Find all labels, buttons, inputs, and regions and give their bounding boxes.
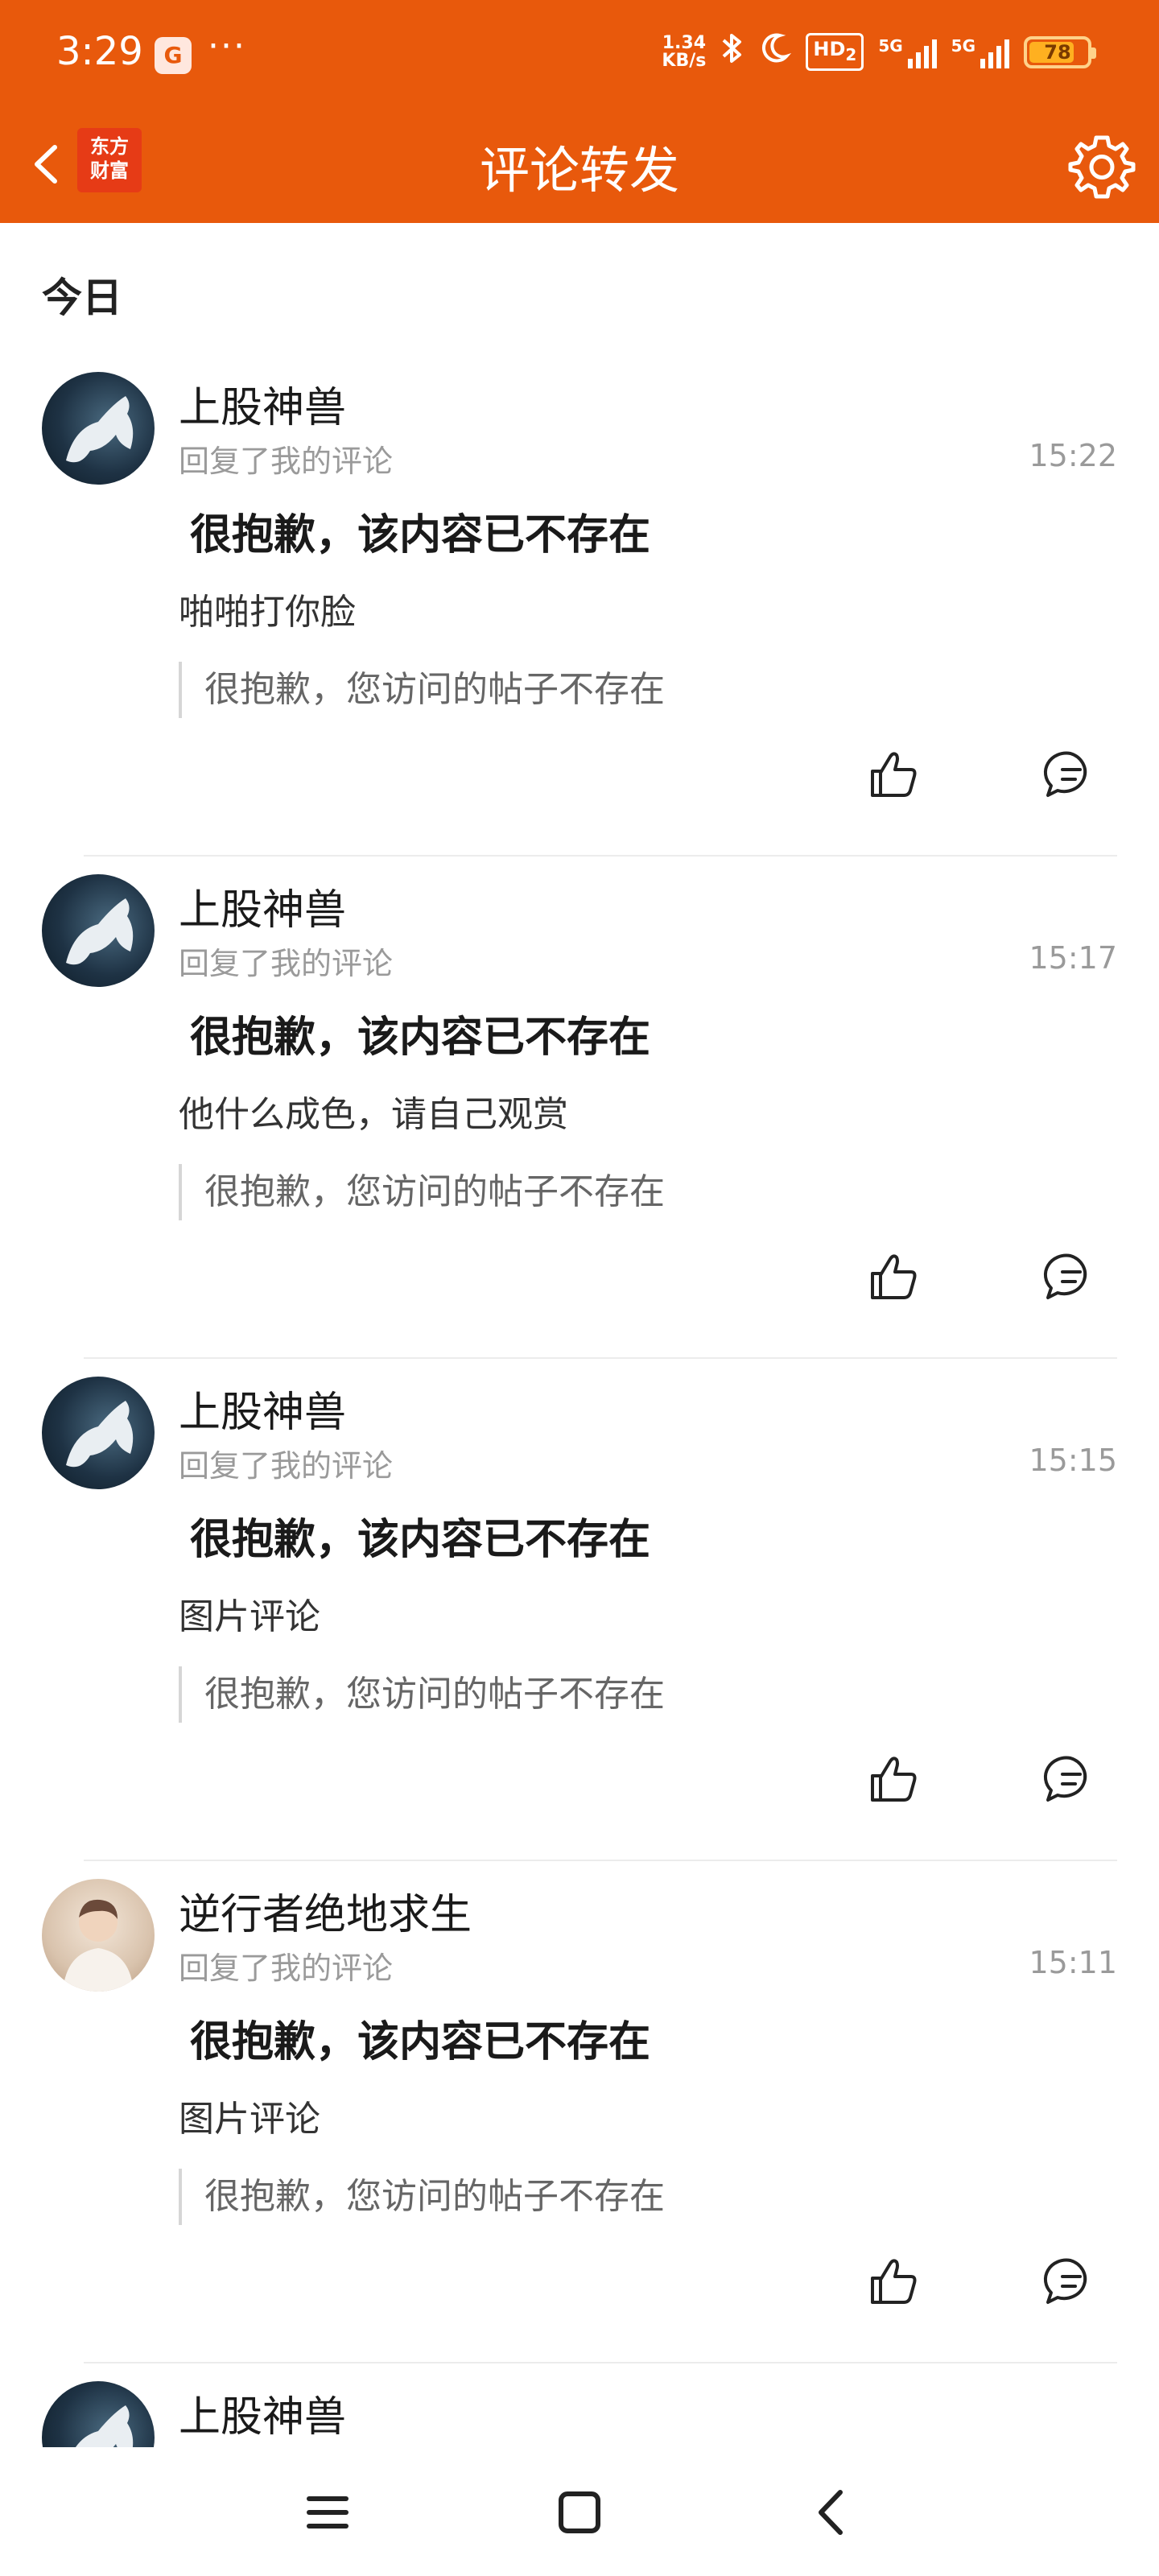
quoted-post[interactable]: 很抱歉，您访问的帖子不存在 (179, 2169, 665, 2225)
back-arrow-icon (819, 2490, 843, 2535)
reply-content[interactable]: 很抱歉，该内容已不存在 (190, 501, 650, 561)
timestamp: 15:11 (1029, 1945, 1117, 1980)
comment-item[interactable]: 上股神兽 (0, 2381, 1159, 2447)
divider (84, 2362, 1117, 2363)
avatar[interactable] (42, 372, 155, 485)
comment-item[interactable]: 逆行者绝地求生 回复了我的评论 15:11 很抱歉，该内容已不存在 图片评论 很… (0, 1879, 1159, 2381)
like-button[interactable] (861, 1245, 926, 1309)
timestamp: 15:17 (1029, 940, 1117, 976)
like-button[interactable] (861, 1747, 926, 1811)
battery-icon: 78 (1024, 35, 1096, 68)
action-subtext: 回复了我的评论 (179, 444, 394, 479)
comment-button[interactable] (1038, 1245, 1103, 1309)
thumbs-up-icon (871, 1757, 917, 1802)
timestamp: 15:22 (1029, 438, 1117, 473)
system-back-button[interactable] (795, 2476, 868, 2549)
comment-button[interactable] (1038, 742, 1103, 807)
comment-bubble-icon (1043, 2258, 1087, 2304)
settings-button[interactable] (1066, 130, 1138, 202)
comment-bubble-icon (1043, 751, 1087, 797)
section-date-header: 今日 (42, 275, 122, 321)
thumbs-up-icon (871, 752, 917, 797)
quoted-post[interactable]: 很抱歉，您访问的帖子不存在 (179, 1666, 665, 1723)
system-navigation-bar (0, 2447, 1159, 2576)
thumbs-up-icon (871, 1254, 917, 1299)
status-bar: 3:29 G ··· 1.34 KB/s HD2 5G 5G 78 (0, 0, 1159, 109)
menu-icon (307, 2496, 349, 2529)
gear-icon (1068, 135, 1136, 199)
comment-button[interactable] (1038, 1747, 1103, 1811)
username[interactable]: 逆行者绝地求生 (179, 1880, 472, 1941)
quoted-post[interactable]: 很抱歉，您访问的帖子不存在 (179, 662, 665, 718)
person-avatar-icon (63, 1899, 134, 1992)
comment-item[interactable]: 上股神兽 回复了我的评论 15:17 很抱歉，该内容已不存在 他什么成色，请自己… (0, 874, 1159, 1377)
square-icon (559, 2491, 600, 2533)
status-time: 3:29 (56, 29, 143, 74)
page-title: 评论转发 (479, 141, 679, 200)
white-horse-avatar-icon (66, 1401, 134, 1468)
reply-message[interactable]: 啪啪打你脸 (179, 583, 356, 634)
comment-button[interactable] (1038, 2249, 1103, 2314)
username[interactable]: 上股神兽 (179, 2383, 346, 2443)
avatar[interactable] (42, 874, 155, 987)
quoted-post[interactable]: 很抱歉，您访问的帖子不存在 (179, 1164, 665, 1220)
divider (84, 1357, 1117, 1359)
recent-apps-button[interactable] (291, 2476, 364, 2549)
white-horse-avatar-icon (76, 2405, 134, 2447)
status-indicators: 1.34 KB/s HD2 5G 5G 78 (662, 31, 1096, 73)
like-button[interactable] (861, 2249, 926, 2314)
signal-strength-2-icon: 5G (951, 36, 1009, 68)
do-not-disturb-moon-icon (759, 31, 792, 73)
home-button[interactable] (543, 2476, 616, 2549)
more-notifications-icon: ··· (208, 26, 246, 67)
comment-bubble-icon (1043, 1756, 1087, 1802)
notification-app-icon: G (155, 37, 192, 74)
username[interactable]: 上股神兽 (179, 876, 346, 936)
reply-message[interactable]: 图片评论 (179, 1587, 320, 1639)
timestamp: 15:15 (1029, 1443, 1117, 1478)
comment-item[interactable]: 上股神兽 回复了我的评论 15:22 很抱歉，该内容已不存在 啪啪打你脸 很抱歉… (0, 372, 1159, 874)
username[interactable]: 上股神兽 (179, 374, 346, 434)
reply-message[interactable]: 他什么成色，请自己观赏 (179, 1085, 568, 1137)
comment-item[interactable]: 上股神兽 回复了我的评论 15:15 很抱歉，该内容已不存在 图片评论 很抱歉，… (0, 1377, 1159, 1879)
like-button[interactable] (861, 742, 926, 807)
action-subtext: 回复了我的评论 (179, 1951, 394, 1986)
bluetooth-icon (720, 31, 744, 73)
comment-bubble-icon (1043, 1253, 1087, 1299)
app-header: 东方 财富 评论转发 (0, 109, 1159, 223)
reply-message[interactable]: 图片评论 (179, 2090, 320, 2141)
reply-content[interactable]: 很抱歉，该内容已不存在 (190, 1505, 650, 1566)
avatar[interactable] (42, 1377, 155, 1489)
reply-content[interactable]: 很抱歉，该内容已不存在 (190, 2008, 650, 2068)
white-horse-avatar-icon (66, 396, 134, 463)
network-speed: 1.34 KB/s (662, 32, 707, 71)
action-subtext: 回复了我的评论 (179, 1448, 394, 1484)
avatar[interactable] (42, 1879, 155, 1992)
divider (84, 855, 1117, 857)
divider (84, 1860, 1117, 1861)
reply-content[interactable]: 很抱歉，该内容已不存在 (190, 1003, 650, 1063)
username[interactable]: 上股神兽 (179, 1378, 346, 1439)
signal-strength-1-icon: 5G (878, 36, 937, 68)
white-horse-avatar-icon (66, 898, 134, 965)
thumbs-up-icon (871, 2259, 917, 2304)
hd-voice-icon: HD2 (806, 33, 864, 71)
action-subtext: 回复了我的评论 (179, 946, 394, 981)
avatar[interactable] (42, 2381, 155, 2447)
